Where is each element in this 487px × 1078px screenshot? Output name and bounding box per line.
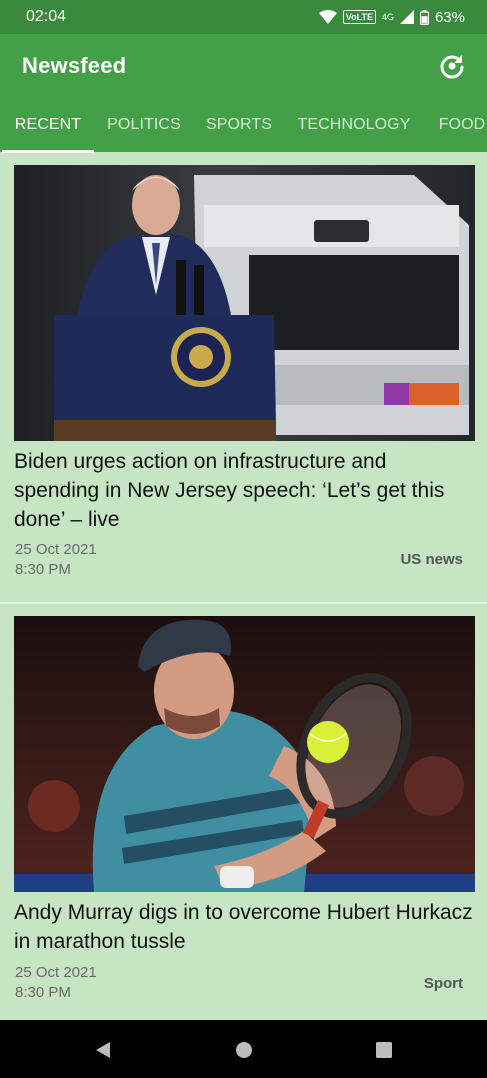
article-time: 8:30 PM — [15, 984, 71, 1001]
tennis-photo — [14, 616, 475, 892]
speech-photo — [14, 165, 475, 441]
battery-icon — [419, 9, 429, 25]
status-icons: VoLTE 4G 63% — [318, 8, 465, 26]
article-image — [14, 165, 475, 441]
article-date: 25 Oct 2021 — [15, 541, 97, 558]
battery-percent: 63% — [434, 8, 465, 26]
article-title[interactable]: Andy Murray digs in to overcome Hubert H… — [14, 898, 476, 956]
article-section: Sport — [423, 975, 463, 992]
network-type: 4G — [381, 12, 394, 22]
tab-technology[interactable]: TECHNOLOGY — [286, 98, 422, 152]
article-card[interactable]: Andy Murray digs in to overcome Hubert H… — [0, 604, 487, 1020]
tab-sports[interactable]: SPORTS — [194, 98, 284, 152]
home-button[interactable] — [234, 1040, 254, 1060]
app-bar: Newsfeed — [0, 34, 487, 98]
app-title: Newsfeed — [22, 53, 127, 78]
status-bar: 02:04 VoLTE 4G 63% — [0, 0, 487, 34]
article-card[interactable]: Biden urges action on infrastructure and… — [0, 153, 487, 603]
tab-food[interactable]: FOOD — [426, 98, 487, 152]
refresh-icon — [440, 55, 464, 79]
article-section: US news — [400, 551, 463, 568]
volte-badge: VoLTE — [342, 10, 376, 24]
article-date: 25 Oct 2021 — [15, 964, 97, 981]
status-time: 02:04 — [26, 8, 67, 25]
article-title[interactable]: Biden urges action on infrastructure and… — [14, 447, 476, 534]
tab-politics[interactable]: POLITICS — [96, 98, 192, 152]
back-triangle-icon — [96, 1042, 110, 1058]
article-time: 8:30 PM — [15, 561, 71, 578]
news-feed[interactable]: Biden urges action on infrastructure and… — [0, 153, 487, 1020]
tab-recent[interactable]: RECENT — [2, 98, 94, 152]
system-nav-bar — [0, 1020, 487, 1078]
recents-square-icon — [376, 1042, 392, 1058]
article-image — [14, 616, 475, 892]
app-root: 02:04 VoLTE 4G 63% Newsfeed RECENT POLIT… — [0, 0, 487, 1078]
refresh-button[interactable] — [437, 51, 467, 81]
signal-icon — [399, 10, 414, 24]
category-tabs: RECENT POLITICS SPORTS TECHNOLOGY FOOD — [0, 98, 487, 152]
back-button[interactable] — [93, 1040, 113, 1060]
recents-button[interactable] — [374, 1040, 394, 1060]
wifi-icon — [318, 10, 337, 24]
home-circle-icon — [236, 1042, 252, 1058]
